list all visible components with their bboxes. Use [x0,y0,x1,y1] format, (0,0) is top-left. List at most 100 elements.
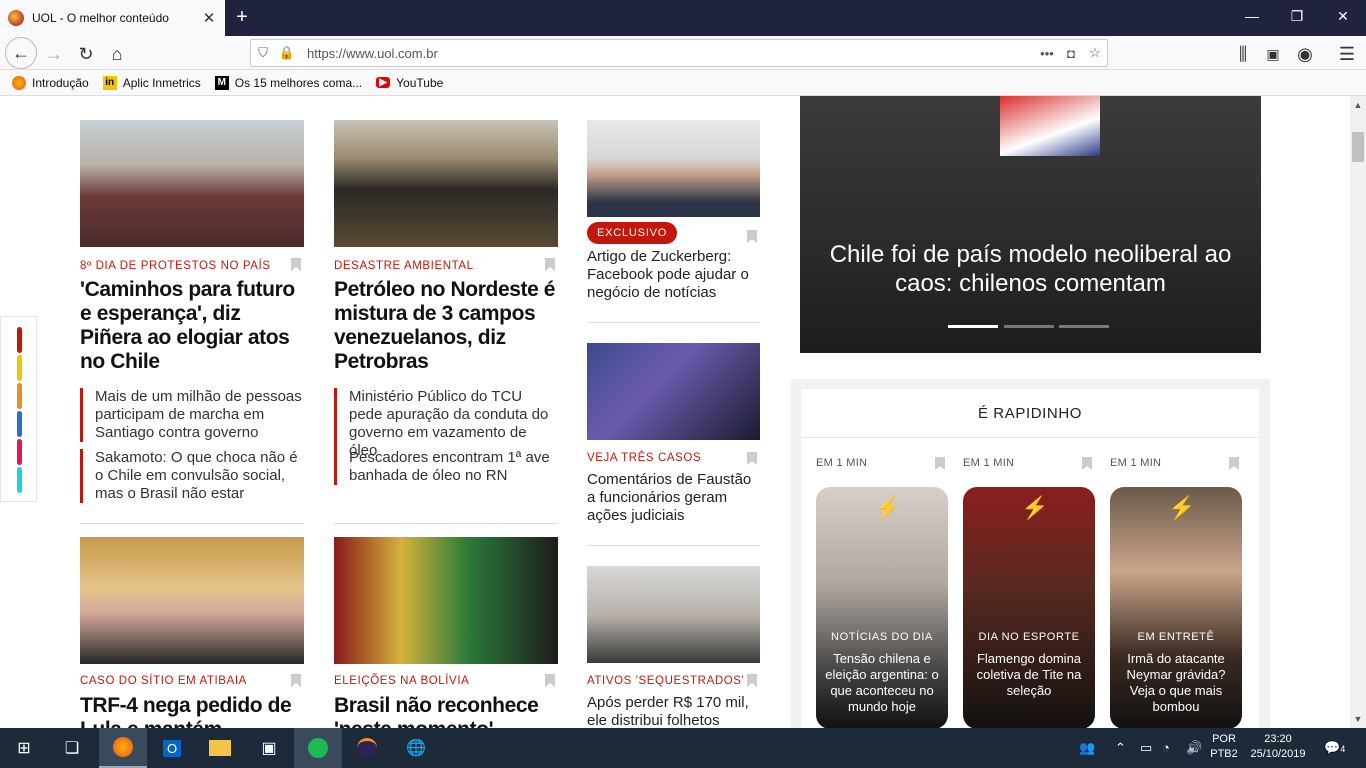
article-headline[interactable]: TRF-4 nega pedido de Lula e mantém [80,694,310,728]
related-link[interactable]: Sakamoto: O que choca não é o Chile em c… [80,449,304,503]
story-card[interactable]: ⚡ EM ENTRETÊ Irmã do atacante Neymar grá… [1110,487,1242,728]
bookmark-youtube[interactable]: ▶ YouTube [376,76,443,90]
save-bookmark-icon[interactable] [935,457,945,470]
article-headline[interactable]: Brasil não reconhece 'neste momento' [334,694,564,728]
network-app-icon[interactable]: 🌐 [392,728,440,768]
reload-button[interactable]: ↻ [72,40,100,68]
side-article-title[interactable]: Artigo de Zuckerberg: Facebook pode ajud… [587,248,760,302]
save-bookmark-icon[interactable] [1229,457,1239,470]
inmetrics-icon: in [102,75,117,90]
side-article-title[interactable]: Após perder R$ 170 mil, ele distribui fo… [587,694,760,728]
address-bar[interactable]: ⛉ 🔒 https://www.uol.com.br ••• ◘ ☆ [250,39,1108,67]
library-icon[interactable]: ⫼ [1229,40,1257,68]
browser-tab[interactable]: UOL - O melhor conteúdo ✕ [0,0,225,36]
action-center-icon[interactable]: 💬4 [1324,740,1345,756]
story-card[interactable]: ⚡ NOTÍCIAS DO DIA Tensão chilena e eleiç… [816,487,948,728]
save-bookmark-icon[interactable] [747,674,757,687]
language-indicator[interactable]: POR PTB2 [1208,732,1240,762]
bookmark-medium[interactable]: M Os 15 melhores coma... [214,75,362,90]
lock-icon[interactable]: 🔒 [275,45,299,61]
page-actions-icon[interactable]: ••• [1035,46,1059,61]
file-explorer-icon[interactable] [196,728,244,768]
firefox-taskbar-icon[interactable] [99,728,147,768]
youtube-icon: ▶ [376,77,391,88]
article-kicker[interactable]: CASO DO SÍTIO EM ATIBAIA [80,675,247,687]
flyers-image[interactable] [587,566,760,663]
save-bookmark-icon[interactable] [291,258,301,271]
clock[interactable]: 23:20 25/10/2019 [1248,732,1308,762]
menu-icon[interactable]: ☰ [1333,40,1361,68]
related-link[interactable]: Pescadores encontram 1ª ave banhada de ó… [334,449,558,485]
outlook-taskbar-icon[interactable]: O [148,728,196,768]
scroll-up-icon[interactable]: ▲ [1350,100,1366,110]
story-card[interactable]: ⚡ DIA NO ESPORTE Flamengo domina coletiv… [963,487,1095,728]
sidebar-icon[interactable]: ▣ [1259,40,1287,68]
windows-start-icon[interactable]: ⊞ [0,728,48,768]
scrollbar-thumb[interactable] [1352,132,1364,162]
zuckerberg-image[interactable] [587,120,760,217]
eclipse-taskbar-icon[interactable] [343,728,391,768]
volume-icon[interactable]: 🔊 [1186,740,1202,756]
article-headline[interactable]: 'Caminhos para futuro e esperança', diz … [80,278,304,374]
close-tab-icon[interactable]: ✕ [201,9,217,27]
article-kicker[interactable]: VEJA TRÊS CASOS [587,452,701,464]
article-kicker[interactable]: DESASTRE AMBIENTAL [334,260,474,272]
new-tab-plus-icon[interactable]: + [232,6,252,29]
bookmark-introducao[interactable]: Introdução [12,75,89,90]
save-bookmark-icon[interactable] [747,452,757,465]
task-view-icon[interactable]: ❏ [48,728,96,768]
back-button[interactable]: ← [5,37,37,69]
hero-headline[interactable]: Chile foi de país modelo neoliberal ao c… [800,240,1261,298]
keyboard-layout-label: PTB2 [1210,748,1238,760]
save-bookmark-icon[interactable] [291,674,301,687]
related-link[interactable]: Mais de um milhão de pessoas participam … [80,388,304,442]
close-window-icon[interactable]: ✕ [1333,8,1353,25]
pocket-icon[interactable]: ◘ [1059,46,1083,61]
evo-morales-image[interactable] [334,537,558,664]
spotify-taskbar-icon[interactable] [294,728,342,768]
article-headline[interactable]: Petróleo no Nordeste é mistura de 3 camp… [334,278,560,374]
home-button[interactable]: ⌂ [103,40,131,68]
forward-button[interactable]: → [40,40,68,68]
nav-marker-blue[interactable] [17,411,22,437]
restore-icon[interactable]: ❐ [1287,8,1307,25]
chile-protest-image[interactable] [80,120,304,247]
lula-image[interactable] [80,537,304,664]
bookmark-inmetrics[interactable]: in Aplic Inmetrics [102,75,201,90]
people-icon[interactable]: 👥 [1079,740,1095,756]
tray-expand-icon[interactable]: ⌃ [1115,740,1126,756]
bookmark-label: Aplic Inmetrics [122,75,201,90]
carousel-dot[interactable] [1004,325,1054,328]
hero-carousel[interactable]: Chile foi de país modelo neoliberal ao c… [800,96,1261,353]
app-terminal-icon[interactable]: ▣ [245,728,293,768]
faustao-image[interactable] [587,343,760,440]
url-text[interactable]: https://www.uol.com.br [307,46,1035,61]
save-bookmark-icon[interactable] [545,674,555,687]
nav-marker-cyan[interactable] [17,467,22,493]
account-icon[interactable]: ◉ [1291,40,1319,68]
nav-marker-orange[interactable] [17,383,22,409]
save-bookmark-icon[interactable] [545,258,555,271]
save-bookmark-icon[interactable] [1082,457,1092,470]
page-scrollbar[interactable]: ▲ ▼ [1350,96,1366,728]
nav-marker-red[interactable] [17,327,22,353]
windows-taskbar: ⊞ ❏ O ▣ 🌐 👥 ⌃ ▭ ◔ 🔊 POR PTB2 23:20 25/10… [0,728,1366,768]
bookmark-label: YouTube [396,75,444,90]
firefox-icon [12,75,26,90]
nav-marker-yellow[interactable] [17,355,22,381]
bookmark-star-icon[interactable]: ☆ [1083,45,1107,61]
tracking-shield-icon[interactable]: ⛉ [251,45,275,61]
carousel-dot-active[interactable] [948,325,998,328]
oil-beach-image[interactable] [334,120,558,247]
side-article-title[interactable]: Comentários de Faustão a funcionários ge… [587,471,760,525]
nav-marker-pink[interactable] [17,439,22,465]
article-kicker[interactable]: ELEIÇÕES NA BOLÍVIA [334,675,469,687]
network-icon[interactable]: ▭ [1140,740,1152,756]
article-kicker[interactable]: 8º DIA DE PROTESTOS NO PAÍS [80,260,271,272]
wifi-icon[interactable]: ◔ [1162,740,1170,755]
carousel-dot[interactable] [1059,325,1109,328]
save-bookmark-icon[interactable] [747,230,757,243]
article-kicker[interactable]: ATIVOS 'SEQUESTRADOS' [587,675,744,687]
scroll-down-icon[interactable]: ▼ [1350,714,1366,724]
minimize-icon[interactable]: — [1242,8,1262,24]
